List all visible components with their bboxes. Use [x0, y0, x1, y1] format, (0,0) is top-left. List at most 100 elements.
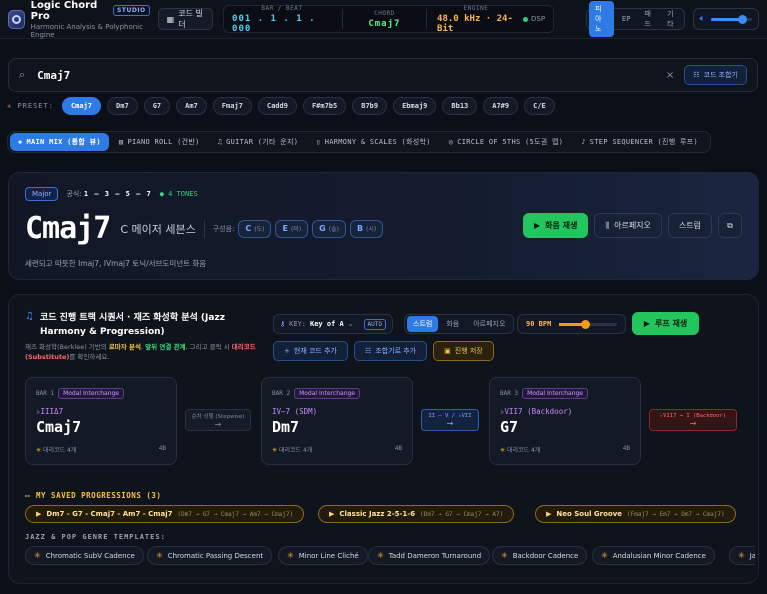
template-chip[interactable]: ✳ Ja — [729, 546, 755, 565]
star-icon: ✳ — [500, 447, 506, 454]
key-selector[interactable]: ⚷ KEY: Key of A ⌄ AUTO — [273, 314, 393, 334]
arpeggio-button[interactable]: ⫼ 아르페지오 — [594, 213, 662, 238]
chord-title: Cmaj7 — [25, 211, 111, 246]
instrument-guitar[interactable]: 기타 — [661, 6, 682, 32]
note-chip[interactable]: G (솔) — [312, 219, 346, 238]
volume-slider[interactable] — [711, 14, 752, 24]
substitute-count[interactable]: 대리코드 4개 — [507, 447, 540, 454]
studio-badge: STUDIO — [113, 5, 150, 16]
tone-count: ● 4 TONES — [159, 190, 198, 198]
progression-track: BAR 1 Modal Interchange ♭IIIΔ7 Cmaj7 ✳ 대리… — [25, 377, 745, 465]
preset-chip[interactable]: A7#9 — [483, 97, 519, 115]
loop-play-button[interactable]: ▶ 루프 재생 — [632, 312, 699, 335]
plus-icon: + — [284, 347, 290, 355]
search-bar: ⌕ Cmaj7 × ☷ 코드 조합기 — [8, 58, 758, 92]
engine-label: ENGINE — [463, 4, 489, 12]
sparkle-icon: ✳ — [34, 551, 41, 560]
connector[interactable]: II – V / ♭VII → — [421, 409, 479, 431]
bpm-value: 90 BPM — [526, 320, 552, 328]
instrument-ep[interactable]: EP — [616, 12, 637, 26]
mode-strum[interactable]: 스트럼 — [407, 316, 439, 332]
formula: 공식: 1 – 3 – 5 – 7 — [66, 190, 152, 198]
instrument-pad[interactable]: 패드 — [639, 6, 660, 32]
preset-chip[interactable]: G7 — [143, 97, 171, 115]
tab-step-sequencer[interactable]: ♪ STEP SEQUENCER (진행 루프) — [573, 133, 706, 151]
copy-button[interactable]: ⧉ — [718, 213, 742, 238]
templates-list: ✳ Chromatic SubV Cadence ✳ Chromatic Passi… — [25, 546, 755, 566]
chord-value: Cmaj7 — [368, 18, 401, 29]
chord-combiner-button[interactable]: ☷ 코드 조합기 — [684, 65, 747, 85]
template-chip[interactable]: ✳ Andalusian Minor Cadence — [592, 546, 715, 565]
connector[interactable]: ♭VII7 → I (Backdoor) → — [649, 409, 737, 431]
add-current-chord-button[interactable]: + 현재 코드 추가 — [273, 341, 348, 361]
saved-progression-chip[interactable]: ▶ Dm7 - G7 - Cmaj7 - Am7 - Cmaj7 (Dm7 → G7… — [25, 505, 305, 523]
note-chip[interactable]: E (미) — [275, 219, 309, 238]
template-chip[interactable]: ✳ Tadd Dameron Turnaround — [368, 546, 491, 565]
template-chip[interactable]: ✳ Minor Line Cliché — [278, 546, 368, 565]
search-input[interactable]: Cmaj7 — [37, 69, 666, 82]
preset-chip[interactable]: Fmaj7 — [212, 97, 252, 115]
preset-chip[interactable]: Ebmaj9 — [393, 97, 437, 115]
template-chip[interactable]: ✳ Chromatic SubV Cadence — [25, 546, 144, 565]
key-label: KEY: — [289, 320, 306, 328]
book-icon: ▯ — [316, 138, 321, 146]
substitute-count[interactable]: 대리코드 4개 — [43, 447, 76, 454]
tab-circle-of-fifths[interactable]: ◎ CIRCLE OF 5THS (5도권 맵) — [441, 133, 572, 151]
bar-card[interactable]: BAR 3 Modal Interchange ♭VII7 (Backdoor) … — [489, 377, 641, 465]
bar-beat-label: BAR / BEAT — [261, 4, 303, 12]
star-icon: ✳ — [272, 447, 278, 454]
connector[interactable]: 순차 상행 (Stepwise) → — [185, 409, 251, 431]
tab-harmony[interactable]: ▯ HARMONY & SCALES (화성학) — [308, 133, 439, 151]
note-chip[interactable]: B (시) — [349, 219, 384, 238]
template-chip[interactable]: ✳ Backdoor Cadence — [492, 546, 588, 565]
preset-chip[interactable]: Bb13 — [442, 97, 478, 115]
chord-builder-button[interactable]: ▦ 코드 빌더 — [157, 8, 214, 30]
quality-badge: Major — [25, 187, 59, 201]
interchange-badge: Modal Interchange — [58, 388, 125, 399]
chord-description: 세련되고 따뜻한 Imaj7, IVmaj7 토닉/서브도미넌트 화음 — [25, 259, 207, 268]
bar-card[interactable]: BAR 2 Modal Interchange IV–7 (SDM) Dm7 ✳ … — [261, 377, 413, 465]
chord-builder-label: 코드 빌더 — [178, 9, 203, 29]
preset-chip[interactable]: Am7 — [176, 97, 207, 115]
preset-chip[interactable]: C/E — [524, 97, 555, 115]
auto-badge[interactable]: AUTO — [363, 318, 386, 330]
bpm-knob[interactable] — [581, 319, 591, 329]
bar-card[interactable]: BAR 1 Modal Interchange ♭IIIΔ7 Cmaj7 ✳ 대리… — [25, 377, 177, 465]
sparkle-icon: ✳ — [377, 551, 384, 560]
instrument-selector: 피아노 EP 패드 기타 — [586, 1, 685, 37]
bpm-slider[interactable] — [559, 319, 617, 329]
preset-chip[interactable]: F#m7b5 — [302, 97, 347, 115]
clear-search-icon[interactable]: × — [666, 70, 674, 81]
play-chord-button[interactable]: ▶ 화음 재생 — [523, 213, 589, 238]
templates-title: JAZZ & POP GENRE TEMPLATES: — [25, 533, 166, 541]
saved-progression-chip[interactable]: ▶ Classic Jazz 2-5-1-6 (Dm7 → G7 → Cmaj7 →… — [318, 505, 515, 523]
preset-chip[interactable]: B7b9 — [352, 97, 388, 115]
tab-piano-roll[interactable]: ▥ PIANO ROLL (건반) — [111, 133, 208, 151]
mode-arpeggio[interactable]: 아르페지오 — [467, 316, 511, 332]
substitute-count[interactable]: 대리코드 4개 — [279, 447, 312, 454]
play-icon: ▶ — [534, 221, 541, 230]
piano-icon: ▥ — [118, 138, 124, 146]
sparkle-icon: ✳ — [501, 551, 508, 560]
music-note-icon: ♫ — [25, 311, 34, 322]
instrument-piano[interactable]: 피아노 — [589, 1, 614, 37]
preset-chip[interactable]: Cmaj7 — [61, 97, 102, 115]
template-chip[interactable]: ✳ Chromatic Passing Descent — [147, 546, 273, 565]
tab-main-mix[interactable]: ◈ MAIN MIX (통합 뷰) — [10, 133, 109, 151]
add-from-combiner-button[interactable]: ☷ 조합기로 추가 — [353, 341, 428, 361]
transport-display: BAR / BEAT 001 . 1 . 1 . 000 CHORD Cmaj7… — [223, 4, 555, 34]
mode-chord[interactable]: 화음 — [440, 316, 465, 332]
preset-chip[interactable]: Dm7 — [107, 97, 138, 115]
roman-numeral: ♭IIIΔ7 — [36, 407, 64, 416]
bar-number: BAR 2 — [272, 390, 291, 397]
preset-chip[interactable]: Cadd9 — [257, 97, 297, 115]
sparkle-icon: ✳ — [156, 551, 163, 560]
volume-knob[interactable] — [737, 14, 747, 24]
strum-button[interactable]: 스트럼 — [667, 213, 712, 238]
tab-guitar[interactable]: ♫ GUITAR (기타 운지) — [210, 133, 307, 151]
beat-count: 4B — [622, 445, 630, 452]
note-chip[interactable]: C (도) — [238, 219, 272, 238]
saved-progression-chip[interactable]: ▶ Neo Soul Groove (Fmaj7 → Em7 → Dm7 → Cma… — [535, 505, 736, 523]
progression-panel: ♫ 코드 진행 트랙 시퀀서 · 재즈 화성학 분석 (Jazz Harmony… — [8, 294, 759, 584]
save-progression-button[interactable]: ▣ 진행 저장 — [433, 341, 494, 361]
